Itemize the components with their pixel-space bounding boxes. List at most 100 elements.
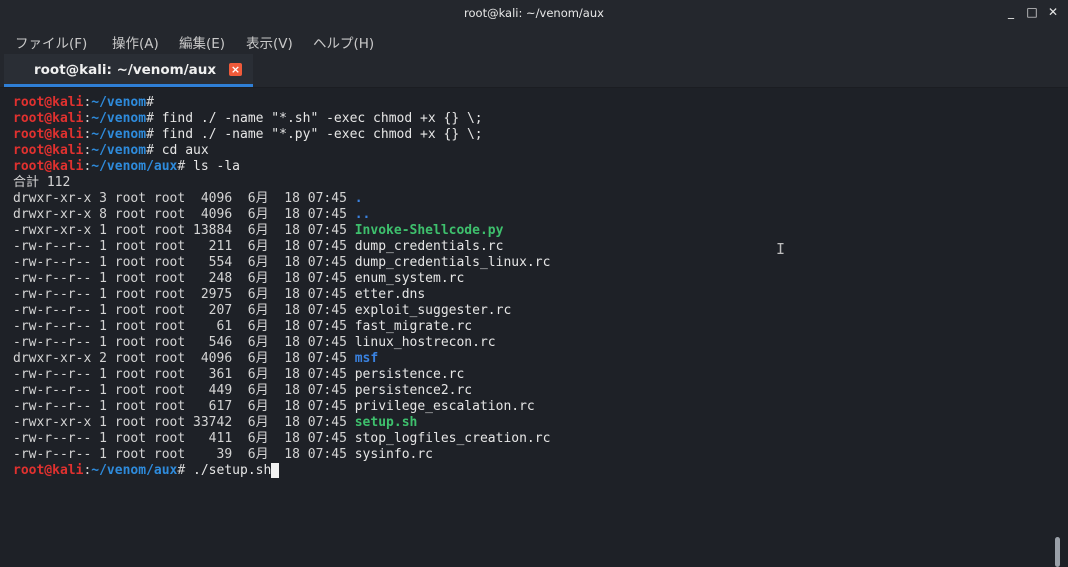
listing-filename: etter.dns — [354, 287, 426, 302]
listing-filename: dump_credentials_linux.rc — [354, 255, 551, 270]
listing-filename: setup.sh — [354, 415, 418, 430]
prompt-path: ~/venom — [91, 143, 147, 158]
close-icon[interactable]: ✕ — [1046, 5, 1060, 19]
listing-row: -rw-r--r-- 1 root root 211 6月 18 07:45 d… — [13, 239, 550, 255]
menu-view[interactable]: 表示(V) — [246, 32, 293, 52]
listing-meta: -rw-r--r-- 1 root root 411 6月 18 07:45 — [13, 431, 355, 446]
listing-row: -rw-r--r-- 1 root root 248 6月 18 07:45 e… — [13, 271, 550, 287]
listing-filename: privilege_escalation.rc — [354, 399, 535, 414]
terminal-cursor — [271, 463, 280, 478]
listing-row: -rw-r--r-- 1 root root 449 6月 18 07:45 p… — [13, 383, 550, 399]
listing-meta: -rw-r--r-- 1 root root 39 6月 18 07:45 — [13, 447, 355, 462]
listing-row: drwxr-xr-x 8 root root 4096 6月 18 07:45 … — [13, 207, 550, 223]
listing-filename: . — [354, 191, 363, 206]
listing-meta: drwxr-xr-x 3 root root 4096 6月 18 07:45 — [13, 191, 355, 206]
prompt-user: root@kali — [13, 159, 84, 174]
listing-meta: -rw-r--r-- 1 root root 554 6月 18 07:45 — [13, 255, 355, 270]
listing-meta: drwxr-xr-x 2 root root 4096 6月 18 07:45 — [13, 351, 355, 366]
listing-filename: Invoke-Shellcode.py — [354, 223, 504, 238]
listing-meta: -rw-r--r-- 1 root root 361 6月 18 07:45 — [13, 367, 355, 382]
prompt-user: root@kali — [13, 95, 84, 110]
listing-row: -rw-r--r-- 1 root root 546 6月 18 07:45 l… — [13, 335, 550, 351]
listing-row: -rw-r--r-- 1 root root 361 6月 18 07:45 p… — [13, 367, 550, 383]
listing-filename: exploit_suggester.rc — [354, 303, 512, 318]
output-text: 合計 112 — [13, 175, 71, 190]
listing-filename: dump_credentials.rc — [354, 239, 504, 254]
listing-meta: -rw-r--r-- 1 root root 248 6月 18 07:45 — [13, 271, 355, 286]
listing-filename: persistence.rc — [354, 367, 465, 382]
listing-meta: -rw-r--r-- 1 root root 546 6月 18 07:45 — [13, 335, 355, 350]
prompt-user: root@kali — [13, 127, 84, 142]
command-text: find ./ -name "*.py" -exec chmod +x {} \… — [153, 127, 483, 142]
menu-action[interactable]: 操作(A) — [112, 32, 159, 52]
listing-row: -rw-r--r-- 1 root root 617 6月 18 07:45 p… — [13, 399, 550, 415]
tab-terminal[interactable]: root@kali: ~/venom/aux × — [4, 54, 253, 87]
listing-filename: persistence2.rc — [354, 383, 473, 398]
prompt-line: root@kali:~/venom# find ./ -name "*.sh" … — [13, 111, 550, 127]
listing-row: -rw-r--r-- 1 root root 554 6月 18 07:45 d… — [13, 255, 550, 271]
listing-row: -rw-r--r-- 1 root root 411 6月 18 07:45 s… — [13, 431, 550, 447]
listing-filename: linux_hostrecon.rc — [354, 335, 496, 350]
prompt-path: ~/venom — [91, 95, 147, 110]
listing-meta: -rw-r--r-- 1 root root 207 6月 18 07:45 — [13, 303, 355, 318]
prompt-user: root@kali — [13, 111, 84, 126]
listing-meta: -rw-r--r-- 1 root root 617 6月 18 07:45 — [13, 399, 355, 414]
command-text: ls -la — [185, 159, 240, 174]
menu-bar: ファイル(F) 操作(A) 編集(E) 表示(V) ヘルプ(H) — [0, 26, 1068, 54]
prompt-path: ~/venom/aux — [91, 159, 178, 174]
terminal-output: root@kali:~/venom# root@kali:~/venom# fin… — [13, 95, 550, 479]
scrollbar-thumb[interactable] — [1055, 537, 1060, 567]
prompt-line: root@kali:~/venom# cd aux — [13, 143, 550, 159]
command-text: cd aux — [153, 143, 209, 158]
listing-row: -rwxr-xr-x 1 root root 33742 6月 18 07:45… — [13, 415, 550, 431]
prompt-symbol: # — [146, 143, 154, 158]
tab-close-icon[interactable]: × — [229, 63, 242, 76]
prompt-path: ~/venom — [91, 111, 147, 126]
listing-meta: drwxr-xr-x 8 root root 4096 6月 18 07:45 — [13, 207, 355, 222]
listing-filename: sysinfo.rc — [354, 447, 434, 462]
prompt-symbol: # — [146, 95, 154, 110]
text-cursor-ibeam-icon: I — [776, 240, 786, 258]
listing-row: drwxr-xr-x 3 root root 4096 6月 18 07:45 … — [13, 191, 550, 207]
listing-filename: fast_migrate.rc — [354, 319, 473, 334]
menu-edit[interactable]: 編集(E) — [179, 32, 225, 52]
title-bar: root@kali: ~/venom/aux _ □ ✕ — [0, 0, 1068, 26]
listing-filename: stop_logfiles_creation.rc — [354, 431, 551, 446]
listing-filename: .. — [354, 207, 371, 222]
listing-row: drwxr-xr-x 2 root root 4096 6月 18 07:45 … — [13, 351, 550, 367]
command-text: ./setup.sh — [185, 463, 272, 478]
listing-row: -rw-r--r-- 1 root root 39 6月 18 07:45 sy… — [13, 447, 550, 463]
prompt-path: ~/venom — [91, 127, 147, 142]
listing-meta: -rwxr-xr-x 1 root root 13884 6月 18 07:45 — [13, 223, 355, 238]
listing-row: -rw-r--r-- 1 root root 2975 6月 18 07:45 … — [13, 287, 550, 303]
listing-meta: -rw-r--r-- 1 root root 2975 6月 18 07:45 — [13, 287, 355, 302]
prompt-user: root@kali — [13, 143, 84, 158]
tab-active-indicator — [4, 84, 253, 87]
menu-file[interactable]: ファイル(F) — [15, 32, 87, 52]
listing-filename: msf — [354, 351, 379, 366]
prompt-user: root@kali — [13, 463, 84, 478]
window-title: root@kali: ~/venom/aux — [464, 6, 604, 20]
listing-filename: enum_system.rc — [354, 271, 465, 286]
listing-meta: -rw-r--r-- 1 root root 61 6月 18 07:45 — [13, 319, 355, 334]
prompt-line: root@kali:~/venom/aux# ls -la — [13, 159, 550, 175]
prompt-line: root@kali:~/venom# find ./ -name "*.py" … — [13, 127, 550, 143]
terminal-area[interactable]: root@kali:~/venom# root@kali:~/venom# fin… — [0, 88, 1060, 567]
prompt-line: root@kali:~/venom/aux# ./setup.sh — [13, 463, 550, 479]
minimize-icon[interactable]: _ — [1004, 5, 1018, 19]
prompt-symbol: # — [146, 111, 154, 126]
output-line: 合計 112 — [13, 175, 550, 191]
listing-meta: -rwxr-xr-x 1 root root 33742 6月 18 07:45 — [13, 415, 355, 430]
prompt-symbol: # — [146, 127, 154, 142]
tab-label: root@kali: ~/venom/aux — [34, 62, 217, 78]
prompt-path: ~/venom/aux — [91, 463, 178, 478]
tab-bar: root@kali: ~/venom/aux × — [0, 54, 1068, 88]
listing-row: -rw-r--r-- 1 root root 61 6月 18 07:45 fa… — [13, 319, 550, 335]
command-text: find ./ -name "*.sh" -exec chmod +x {} \… — [153, 111, 483, 126]
maximize-icon[interactable]: □ — [1025, 5, 1039, 19]
listing-row: -rw-r--r-- 1 root root 207 6月 18 07:45 e… — [13, 303, 550, 319]
listing-row: -rwxr-xr-x 1 root root 13884 6月 18 07:45… — [13, 223, 550, 239]
menu-help[interactable]: ヘルプ(H) — [313, 32, 374, 52]
listing-meta: -rw-r--r-- 1 root root 449 6月 18 07:45 — [13, 383, 355, 398]
prompt-line: root@kali:~/venom# — [13, 95, 550, 111]
